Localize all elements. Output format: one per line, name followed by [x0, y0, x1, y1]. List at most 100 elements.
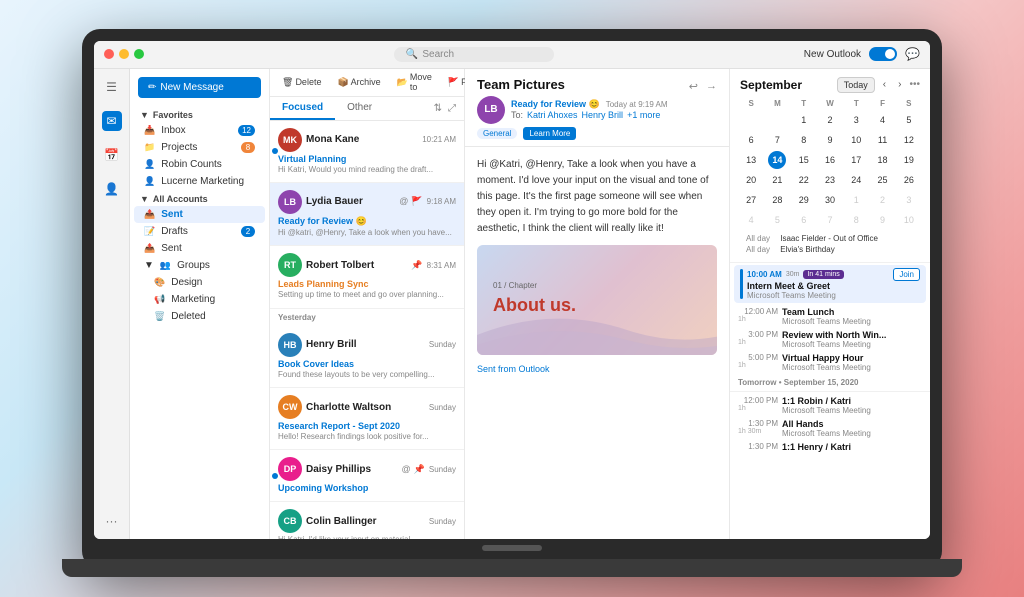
email-item[interactable]: RT Robert Tolbert 📌 8:31 AM Leads Planni…: [270, 246, 464, 308]
cal-date[interactable]: 9: [821, 131, 839, 149]
sidebar-item-projects[interactable]: 📁 Projects 8: [134, 139, 265, 156]
sidebar-item-lucerne[interactable]: 👤 Lucerne Marketing: [134, 173, 265, 190]
cal-date[interactable]: 28: [768, 191, 786, 209]
email-subject: Book Cover Ideas: [278, 359, 456, 369]
cal-date[interactable]: 16: [821, 151, 839, 169]
cal-date[interactable]: 5: [768, 211, 786, 229]
cal-date[interactable]: 13: [742, 151, 760, 169]
new-message-button[interactable]: ✏ New Message: [138, 77, 261, 98]
maximize-button[interactable]: [134, 49, 144, 59]
chat-icon[interactable]: 💬: [905, 47, 920, 61]
cal-prev-button[interactable]: ‹: [879, 77, 890, 92]
cal-date[interactable]: 26: [900, 171, 918, 189]
archive-button[interactable]: 📦 Archive: [333, 75, 384, 90]
today-button[interactable]: Today: [837, 77, 875, 93]
email-item[interactable]: CW Charlotte Waltson Sunday Research Rep…: [270, 388, 464, 450]
cal-date[interactable]: 7: [768, 131, 786, 149]
cal-date[interactable]: 20: [742, 171, 760, 189]
cal-date[interactable]: 17: [847, 151, 865, 169]
cal-date[interactable]: 7: [821, 211, 839, 229]
more-icon[interactable]: ···: [102, 511, 122, 531]
event-time-4: 5:00 PM: [738, 353, 778, 362]
sidebar-item-robin[interactable]: 👤 Robin Counts: [134, 156, 265, 173]
reply-icon[interactable]: ↩: [689, 80, 698, 93]
cal-date-today[interactable]: 14: [768, 151, 786, 169]
join-button[interactable]: Join: [893, 268, 920, 281]
cal-date[interactable]: 5: [900, 111, 918, 129]
cal-date[interactable]: 10: [900, 211, 918, 229]
email-tab-actions: ⇅ ⤢: [434, 97, 464, 120]
email-item[interactable]: CB Colin Ballinger Sunday Hi Katri, I'd …: [270, 502, 464, 538]
people-icon[interactable]: 👤: [102, 179, 122, 199]
filter-icon[interactable]: ⇅: [434, 103, 442, 114]
expand-icon[interactable]: ⤢: [448, 103, 456, 114]
cal-date[interactable]: 18: [874, 151, 892, 169]
cal-date[interactable]: 29: [795, 191, 813, 209]
cal-date[interactable]: [742, 111, 760, 129]
cal-date[interactable]: 4: [742, 211, 760, 229]
email-item[interactable]: HB Henry Brill Sunday Book Cover Ideas F…: [270, 326, 464, 388]
email-subject: Research Report - Sept 2020: [278, 421, 456, 431]
compose-icon: ✏: [148, 82, 156, 93]
cal-date[interactable]: 1: [847, 191, 865, 209]
calendar-divider-2: [730, 391, 930, 392]
flag-icon: 🚩: [448, 77, 459, 88]
sidebar-item-sent2[interactable]: 📤 Sent: [134, 240, 265, 257]
cal-date[interactable]: 8: [795, 131, 813, 149]
cal-date[interactable]: 6: [795, 211, 813, 229]
cal-date[interactable]: 19: [900, 151, 918, 169]
sidebar-item-deleted[interactable]: 🗑️ Deleted: [134, 308, 265, 325]
cal-date[interactable]: [768, 111, 786, 129]
cal-date[interactable]: 15: [795, 151, 813, 169]
new-outlook-toggle[interactable]: [869, 47, 897, 61]
cal-date[interactable]: 2: [874, 191, 892, 209]
cal-date[interactable]: 21: [768, 171, 786, 189]
forward-icon[interactable]: →: [706, 80, 717, 93]
calendar-month: September: [740, 78, 833, 92]
sidebar-item-inbox[interactable]: 📥 Inbox 12: [134, 122, 265, 139]
tab-focused[interactable]: Focused: [270, 97, 335, 120]
close-button[interactable]: [104, 49, 114, 59]
cal-more-button[interactable]: •••: [909, 79, 920, 90]
cal-date[interactable]: 24: [847, 171, 865, 189]
move-to-button[interactable]: 📂 Move to: [393, 70, 436, 94]
cal-date[interactable]: 3: [847, 111, 865, 129]
sidebar-item-marketing[interactable]: 📢 Marketing: [134, 291, 265, 308]
cal-date[interactable]: 1: [795, 111, 813, 129]
sidebar-item-design[interactable]: 🎨 Design: [134, 274, 265, 291]
hamburger-menu[interactable]: ☰: [102, 77, 122, 97]
minimize-button[interactable]: [119, 49, 129, 59]
sidebar-item-drafts[interactable]: 📝 Drafts 2: [134, 223, 265, 240]
cal-date[interactable]: 9: [874, 211, 892, 229]
cal-next-button[interactable]: ›: [894, 77, 905, 92]
cal-date[interactable]: 4: [874, 111, 892, 129]
cal-date[interactable]: 22: [795, 171, 813, 189]
cal-date[interactable]: 25: [874, 171, 892, 189]
cal-date[interactable]: 12: [900, 131, 918, 149]
cal-date[interactable]: 30: [821, 191, 839, 209]
cal-date[interactable]: 23: [821, 171, 839, 189]
email-item-header: DP Daisy Phillips @ 📌 Sunday: [278, 457, 456, 481]
learn-more-button[interactable]: Learn More: [523, 127, 576, 140]
sidebar-item-groups[interactable]: ▼ 👥 Groups: [134, 257, 265, 274]
email-item[interactable]: MK Mona Kane 10:21 AM Virtual Planning H…: [270, 121, 464, 183]
cal-date[interactable]: 10: [847, 131, 865, 149]
cal-date[interactable]: 27: [742, 191, 760, 209]
cal-date[interactable]: 6: [742, 131, 760, 149]
recipient-1: Katri Ahoxes: [527, 110, 578, 120]
search-bar[interactable]: 🔍 Search: [394, 47, 554, 62]
image-about-text: About us.: [493, 292, 576, 319]
calendar-icon[interactable]: 📅: [102, 145, 122, 165]
email-item[interactable]: LB Lydia Bauer @ 🚩 9:18 AM Ready for Rev…: [270, 183, 464, 246]
mail-icon[interactable]: ✉: [102, 111, 122, 131]
email-item[interactable]: DP Daisy Phillips @ 📌 Sunday Upcoming Wo…: [270, 450, 464, 502]
cal-date[interactable]: 11: [874, 131, 892, 149]
cal-date[interactable]: 2: [821, 111, 839, 129]
cal-date[interactable]: 8: [847, 211, 865, 229]
laptop-notch: [482, 545, 542, 551]
cal-date[interactable]: 3: [900, 191, 918, 209]
delete-button[interactable]: 🗑 Delete: [278, 75, 325, 90]
tab-other[interactable]: Other: [335, 97, 384, 120]
sidebar-item-sent[interactable]: 📤 Sent: [134, 206, 265, 223]
person-icon: 👤: [144, 159, 155, 170]
